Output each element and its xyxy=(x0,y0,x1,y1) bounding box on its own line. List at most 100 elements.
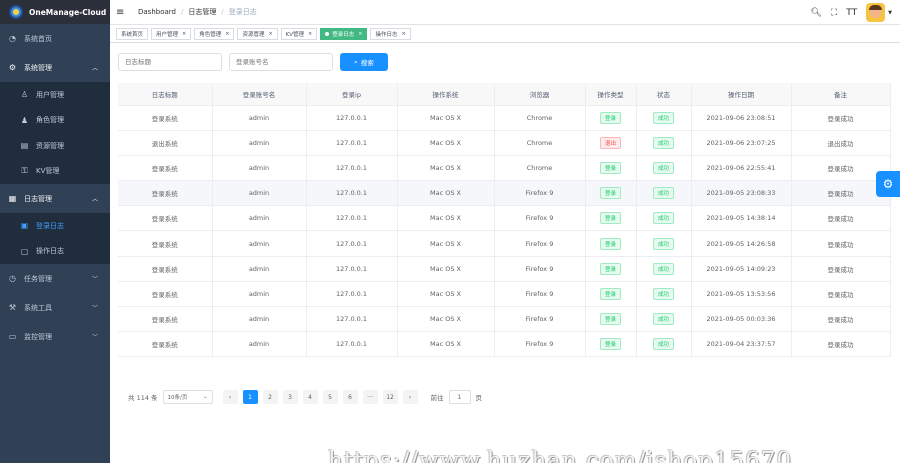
table-row[interactable]: 登录系统 admin 127.0.0.1 Mac OS X Firefox 9 登录 成功 2… xyxy=(118,281,891,308)
close-icon[interactable]: × xyxy=(308,31,312,37)
tag-item[interactable]: 资源管理 × xyxy=(237,27,278,40)
table-row[interactable]: 登录系统 admin 127.0.0.1 Mac OS X Chrome 登录 成功 2021… xyxy=(118,105,891,131)
table-cell-title: 登录系统 xyxy=(118,230,213,257)
close-icon[interactable]: × xyxy=(268,31,272,37)
page-ellipsis[interactable]: ··· xyxy=(362,390,378,404)
account-input[interactable] xyxy=(229,53,333,71)
column-header[interactable]: 操作系统 xyxy=(397,83,495,106)
table-row[interactable]: 登录系统 admin 127.0.0.1 Mac OS X Firefox 9 登录 成功 2… xyxy=(118,256,891,282)
tool-icon: ⚒ xyxy=(8,303,17,312)
table-cell-date: 2021-09-05 00:03:36 xyxy=(691,306,792,333)
table-cell-os: Mac OS X xyxy=(397,155,495,182)
font-size-icon[interactable]: TT xyxy=(846,8,857,18)
status-badge: 成功 xyxy=(652,161,674,174)
status-badge: 成功 xyxy=(652,212,674,225)
table-cell-account: admin xyxy=(212,256,307,282)
sidebar-item[interactable]: ▦ 日志管理 ︿ xyxy=(0,184,110,213)
tag-item[interactable]: 操作日志 × xyxy=(370,27,411,40)
table-cell-remark: 登录成功 xyxy=(791,256,891,282)
caret-down-icon[interactable]: ▼ xyxy=(888,10,892,16)
sidebar-item[interactable]: ◔ 系统首页 xyxy=(0,24,110,53)
breadcrumb-dashboard[interactable]: Dashboard xyxy=(138,8,176,16)
table-cell-ip: 127.0.0.1 xyxy=(306,155,398,182)
page-number[interactable]: 12 xyxy=(382,390,398,404)
sidebar-item-label: 用户管理 xyxy=(36,90,64,99)
table-cell-op-type: 登录 xyxy=(585,180,637,207)
column-header[interactable]: 登录账号名 xyxy=(212,83,307,106)
column-header[interactable]: 操作日期 xyxy=(691,83,792,106)
prev-page-button[interactable]: ‹ xyxy=(222,390,238,404)
tag-item[interactable]: KV管理 × xyxy=(280,27,318,40)
search-icon[interactable]: 🔍︎ xyxy=(811,8,822,18)
table-cell-status: 成功 xyxy=(636,105,692,131)
table-cell-os: Mac OS X xyxy=(397,230,495,257)
search-button[interactable]: ⌕ 搜索 xyxy=(340,53,388,71)
table-row[interactable]: 登录系统 admin 127.0.0.1 Mac OS X Firefox 9 登录 成功 2… xyxy=(118,331,891,358)
hamburger-icon[interactable]: ≡ xyxy=(116,7,126,18)
chevron-down-icon: ⌄ xyxy=(202,394,208,400)
sidebar-item[interactable]: ⚙ 系统管理 ︿ xyxy=(0,53,110,82)
active-dot xyxy=(325,31,330,36)
table-row[interactable]: 登录系统 admin 127.0.0.1 Mac OS X Firefox 9 登录 成功 2… xyxy=(118,306,891,333)
tag-item[interactable]: 角色管理 × xyxy=(194,27,235,40)
column-header[interactable]: 操作类型 xyxy=(585,83,637,106)
chevron-down-icon: ﹀ xyxy=(91,276,98,283)
column-header[interactable]: 状态 xyxy=(636,83,692,106)
close-icon[interactable]: × xyxy=(401,31,405,37)
logo[interactable]: OneManage-Cloud xyxy=(0,0,110,24)
breadcrumb-separator: / xyxy=(221,8,224,16)
column-header[interactable]: 浏览器 xyxy=(494,83,586,106)
sidebar-item[interactable]: ◷ 任务管理 ﹀ xyxy=(0,264,110,293)
sidebar-item[interactable]: ▣ 登录日志 xyxy=(0,213,110,239)
sidebar-item[interactable]: ⚒ 系统工具 ﹀ xyxy=(0,293,110,322)
table-row[interactable]: 登录系统 admin 127.0.0.1 Mac OS X Firefox 9 登录 成功 2… xyxy=(118,180,891,207)
close-icon[interactable]: × xyxy=(182,31,186,37)
settings-gear-button[interactable]: ⚙ xyxy=(876,171,900,197)
table-cell-ip: 127.0.0.1 xyxy=(306,256,398,282)
sidebar-item-label: KV管理 xyxy=(36,167,60,176)
page-number[interactable]: 5 xyxy=(322,390,338,404)
table-row[interactable]: 登录系统 admin 127.0.0.1 Mac OS X Firefox 9 登录 成功 2… xyxy=(118,205,891,232)
table-cell-browser: Firefox 9 xyxy=(494,230,586,257)
close-icon[interactable]: × xyxy=(225,31,229,37)
table-cell-status: 成功 xyxy=(636,256,692,282)
tag-item[interactable]: 系统首页 xyxy=(116,27,149,40)
table-row[interactable]: 登录系统 admin 127.0.0.1 Mac OS X Firefox 9 登录 成功 2… xyxy=(118,230,891,257)
tag-item[interactable]: 登录日志 × xyxy=(320,27,368,40)
log-title-input[interactable] xyxy=(118,53,222,71)
sidebar-item[interactable]: ▭ 监控管理 ﹀ xyxy=(0,322,110,351)
table-cell-os: Mac OS X xyxy=(397,331,495,358)
tag-item[interactable]: 用户管理 × xyxy=(151,27,192,40)
page-number[interactable]: 6 xyxy=(342,390,358,404)
log-icon: ▦ xyxy=(8,194,17,203)
sidebar-item[interactable]: ⚿ KV管理 xyxy=(0,158,110,184)
table-row[interactable]: 登录系统 admin 127.0.0.1 Mac OS X Chrome 登录 成功 2021… xyxy=(118,155,891,182)
op-type-badge: 登录 xyxy=(599,212,621,225)
login-log-table: 日志标题 登录账号名 登录ip 操作系统 浏览器 操作类型 状态 操作日期 备注 登录系统 adm… xyxy=(118,83,891,358)
page-number[interactable]: 2 xyxy=(262,390,278,404)
page-size-select[interactable]: 10条/页 ⌄ xyxy=(162,390,213,404)
table-row[interactable]: 退出系统 admin 127.0.0.1 Mac OS X Chrome 退出 成功 2021… xyxy=(118,130,891,156)
column-header[interactable]: 登录ip xyxy=(306,83,398,106)
column-header[interactable]: 备注 xyxy=(791,83,891,106)
sidebar-item[interactable]: ♙ 用户管理 xyxy=(0,82,110,108)
goto-page-input[interactable]: 1 xyxy=(448,390,471,404)
table-cell-remark: 登录成功 xyxy=(791,105,891,131)
page-number[interactable]: 4 xyxy=(302,390,318,404)
column-header[interactable]: 日志标题 xyxy=(118,83,213,106)
sidebar-item[interactable]: ▢ 操作日志 xyxy=(0,238,110,264)
close-icon[interactable]: × xyxy=(358,31,362,37)
table-cell-browser: Chrome xyxy=(494,105,586,131)
sidebar-item[interactable]: ♟ 角色管理 xyxy=(0,107,110,133)
table-cell-status: 成功 xyxy=(636,180,692,207)
status-badge: 成功 xyxy=(652,313,674,326)
sidebar: OneManage-Cloud ◔ 系统首页 ⚙ 系统管理 ︿ ♙ 用户管理 ♟ 角色管理 ▤ 资源… xyxy=(0,0,110,463)
sidebar-item[interactable]: ▤ 资源管理 xyxy=(0,133,110,159)
breadcrumb-log-management[interactable]: 日志管理 xyxy=(188,7,216,17)
avatar[interactable] xyxy=(866,3,886,22)
fullscreen-icon[interactable]: ⛶ xyxy=(831,8,837,18)
next-page-button[interactable]: › xyxy=(402,390,418,404)
login-log-icon: ▣ xyxy=(20,221,29,231)
page-number[interactable]: 1 xyxy=(242,390,258,404)
page-number[interactable]: 3 xyxy=(282,390,298,404)
